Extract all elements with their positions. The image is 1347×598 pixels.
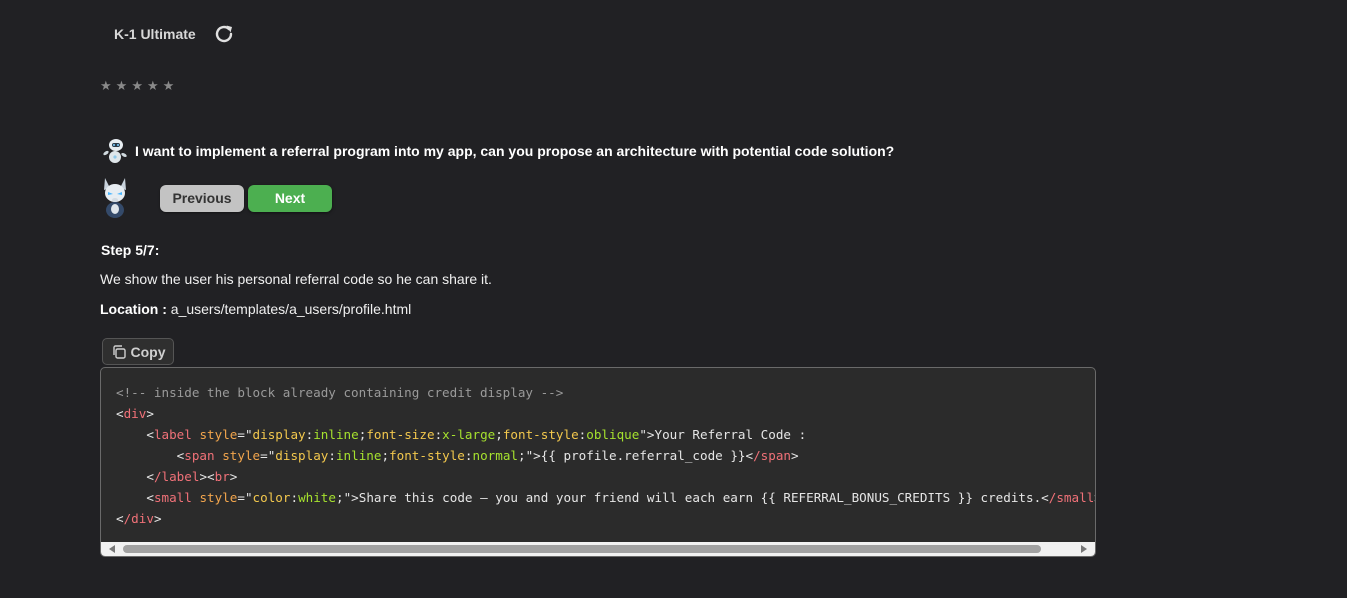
user-question: I want to implement a referral program i… (101, 136, 894, 166)
robot-avatar-icon (101, 136, 129, 166)
previous-button[interactable]: Previous (160, 184, 244, 212)
star-icon[interactable]: ★ (131, 78, 146, 93)
copy-label: Copy (130, 343, 166, 360)
wolf-avatar-icon (100, 176, 130, 220)
question-text: I want to implement a referral program i… (135, 143, 895, 159)
header: K-1 Ultimate (114, 22, 236, 46)
copy-button[interactable]: Copy (102, 338, 174, 365)
code-line: </label><br> (146, 469, 238, 484)
code-line: <small style="color:white;">Share this c… (146, 490, 1095, 505)
code-line: </div> (116, 511, 162, 526)
scrollbar-thumb[interactable] (123, 545, 1041, 553)
star-icon[interactable]: ★ (100, 78, 115, 93)
scroll-left-arrow-icon[interactable] (109, 545, 115, 553)
step-description: We show the user his personal referral c… (100, 271, 492, 287)
code-line: <!-- inside the block already containing… (116, 385, 564, 400)
model-name: K-1 Ultimate (114, 26, 196, 42)
next-button[interactable]: Next (248, 184, 332, 212)
code-line: <label style="display:inline;font-size:x… (146, 427, 807, 442)
code-line: <span style="display:inline;font-style:n… (176, 448, 799, 463)
code-line: <div> (116, 406, 154, 421)
star-icon[interactable]: ★ (116, 78, 131, 93)
scroll-right-arrow-icon[interactable] (1081, 545, 1087, 553)
copy-icon (111, 344, 127, 360)
rating-stars: ★★★★★ (100, 78, 178, 94)
code-content: <!-- inside the block already containing… (116, 382, 1095, 529)
star-icon[interactable]: ★ (147, 78, 162, 93)
location-label: Location : (100, 301, 167, 317)
step-title: Step 5/7: (101, 242, 160, 258)
star-icon[interactable]: ★ (163, 78, 178, 93)
chat-page: K-1 Ultimate ★★★★★ I want to implement a (0, 0, 1347, 598)
refresh-icon[interactable] (212, 22, 236, 46)
horizontal-scrollbar[interactable] (101, 542, 1095, 556)
assistant-controls: Previous Next (100, 176, 332, 220)
location-line: Location : a_users/templates/a_users/pro… (100, 301, 411, 317)
code-block: <!-- inside the block already containing… (100, 367, 1096, 557)
location-path: a_users/templates/a_users/profile.html (170, 301, 412, 317)
